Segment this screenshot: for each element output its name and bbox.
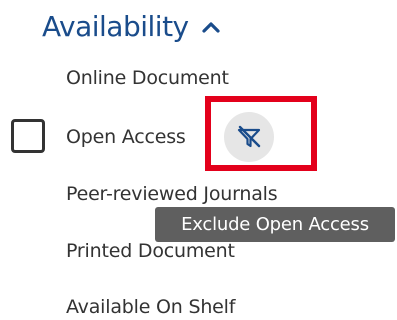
facet-title: Availability xyxy=(42,10,189,43)
chevron-up-icon[interactable] xyxy=(201,20,221,34)
exclude-open-access-button[interactable] xyxy=(224,112,274,162)
exclude-tooltip: Exclude Open Access xyxy=(155,207,395,242)
availability-facet: Availability Online Document Open Access… xyxy=(0,0,397,320)
facet-option-peer-reviewed-journals[interactable]: Peer-reviewed Journals xyxy=(66,183,278,205)
facet-option-available-on-shelf[interactable]: Available On Shelf xyxy=(66,296,235,318)
open-access-checkbox[interactable] xyxy=(11,119,45,153)
facet-option-online-document[interactable]: Online Document xyxy=(66,67,229,89)
facet-header-availability[interactable]: Availability xyxy=(42,10,221,43)
exclude-filter-icon xyxy=(236,124,262,150)
facet-option-printed-document[interactable]: Printed Document xyxy=(66,240,235,262)
facet-option-open-access[interactable]: Open Access xyxy=(66,126,186,148)
